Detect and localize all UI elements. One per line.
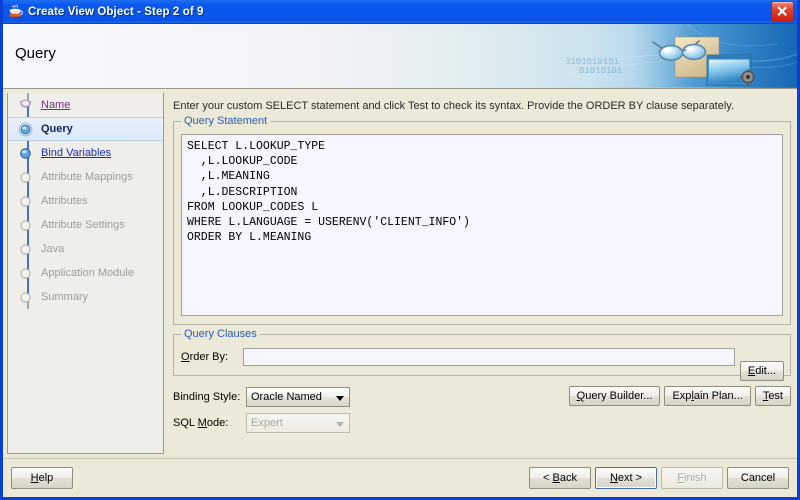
svg-text:01010101: 01010101: [579, 66, 622, 76]
sidebar-item-label: Query: [41, 123, 73, 135]
close-icon[interactable]: [771, 1, 794, 22]
chevron-down-icon: [336, 396, 344, 401]
order-by-input[interactable]: [243, 348, 735, 366]
sidebar-item-query[interactable]: Query: [8, 117, 163, 141]
wizard-banner: 0101010101 01010101 Query: [3, 24, 797, 89]
sidebar-item-summary: Summary: [8, 285, 163, 309]
sidebar-item-label: Attributes: [41, 195, 88, 207]
step-node-disabled-icon: [18, 290, 33, 305]
chevron-down-icon: [336, 422, 344, 427]
instruction-text: Enter your custom SELECT statement and c…: [173, 100, 735, 112]
query-statement-body: SELECT L.LOOKUP_TYPE ,L.LOOKUP_CODE ,L.M…: [174, 122, 790, 324]
sidebar-item-label: Summary: [41, 291, 89, 303]
finish-button: Finish: [661, 467, 723, 489]
title-bar: Create View Object - Step 2 of 9: [3, 0, 797, 24]
step-node-disabled-icon: [18, 218, 33, 233]
sidebar-item-label: Bind Variables: [41, 147, 112, 159]
window-title: Create View Object - Step 2 of 9: [28, 5, 204, 18]
sidebar-item-attributes: Attributes: [8, 189, 163, 213]
sidebar-item-application-module: Application Module: [8, 261, 163, 285]
step-node-disabled-icon: [18, 194, 33, 209]
wizard-steps-sidebar: Name Query Bind Variables Attribute Mapp…: [7, 93, 164, 454]
sidebar-item-name[interactable]: Name: [8, 93, 163, 117]
controls-row: Binding Style: Oracle Named SQL Mode: Ex…: [173, 386, 791, 438]
java-coffee-cup-icon: [7, 3, 24, 20]
step-node-visited-icon: [18, 98, 33, 113]
dialog-body: Name Query Bind Variables Attribute Mapp…: [3, 89, 797, 458]
sidebar-item-java: Java: [8, 237, 163, 261]
cancel-button[interactable]: Cancel: [727, 467, 789, 489]
left-controls: Binding Style: Oracle Named SQL Mode: Ex…: [173, 386, 350, 438]
sql-statement-textarea[interactable]: SELECT L.LOOKUP_TYPE ,L.LOOKUP_CODE ,L.M…: [181, 134, 783, 316]
binding-style-row: Binding Style: Oracle Named: [173, 386, 350, 408]
step-node-disabled-icon: [18, 170, 33, 185]
navigation-buttons: < Back Next > Finish Cancel: [529, 467, 789, 489]
sidebar-item-bind-variables[interactable]: Bind Variables: [8, 141, 163, 165]
step-node-disabled-icon: [18, 242, 33, 257]
step-node-enabled-icon: [18, 146, 33, 161]
binding-style-select[interactable]: Oracle Named: [246, 387, 350, 407]
explain-plan-button[interactable]: Explain Plan...: [664, 386, 751, 406]
binding-style-value: Oracle Named: [251, 391, 322, 403]
glasses-over-query-window-icon: 0101010101 01010101: [565, 24, 797, 87]
order-by-label: Order By:: [181, 351, 229, 363]
next-button[interactable]: Next >: [595, 467, 657, 489]
main-panel: Enter your custom SELECT statement and c…: [164, 89, 797, 458]
page-title: Query: [15, 45, 56, 62]
edit-button[interactable]: Edit...: [739, 361, 784, 381]
sidebar-item-label: Attribute Settings: [41, 219, 125, 231]
binding-style-label: Binding Style:: [173, 391, 241, 403]
query-action-buttons: Query Builder... Explain Plan... Test: [568, 386, 791, 406]
sidebar-item-label: Attribute Mappings: [41, 171, 133, 183]
help-button[interactable]: Help: [11, 467, 73, 489]
sql-mode-row: SQL Mode: Expert: [173, 412, 350, 434]
step-node-disabled-icon: [18, 266, 33, 281]
sql-mode-value: Expert: [251, 417, 283, 429]
query-clauses-body: Order By:: [174, 335, 790, 375]
sidebar-item-label: Name: [41, 99, 71, 111]
query-statement-group: Query Statement SELECT L.LOOKUP_TYPE ,L.…: [173, 115, 791, 325]
query-clauses-legend: Query Clauses: [181, 328, 260, 340]
step-node-current-icon: [18, 122, 33, 137]
edit-button-wrap: Edit...: [739, 361, 784, 381]
query-statement-legend: Query Statement: [181, 115, 271, 127]
create-view-object-dialog: Create View Object - Step 2 of 9 0101010…: [0, 0, 800, 500]
sidebar-item-attribute-mappings: Attribute Mappings: [8, 165, 163, 189]
sql-mode-label: SQL Mode:: [173, 417, 229, 429]
sidebar-item-label: Application Module: [41, 267, 134, 279]
back-button[interactable]: < Back: [529, 467, 591, 489]
test-button[interactable]: Test: [754, 386, 791, 406]
sql-mode-select: Expert: [246, 413, 350, 433]
query-builder-button[interactable]: Query Builder...: [568, 386, 661, 406]
sidebar-item-attribute-settings: Attribute Settings: [8, 213, 163, 237]
steps-list: Name Query Bind Variables Attribute Mapp…: [8, 93, 163, 309]
dialog-footer: Help < Back Next > Finish Cancel: [3, 458, 797, 497]
query-clauses-group: Query Clauses Order By: Edit...: [173, 328, 791, 381]
sidebar-item-label: Java: [41, 243, 65, 255]
